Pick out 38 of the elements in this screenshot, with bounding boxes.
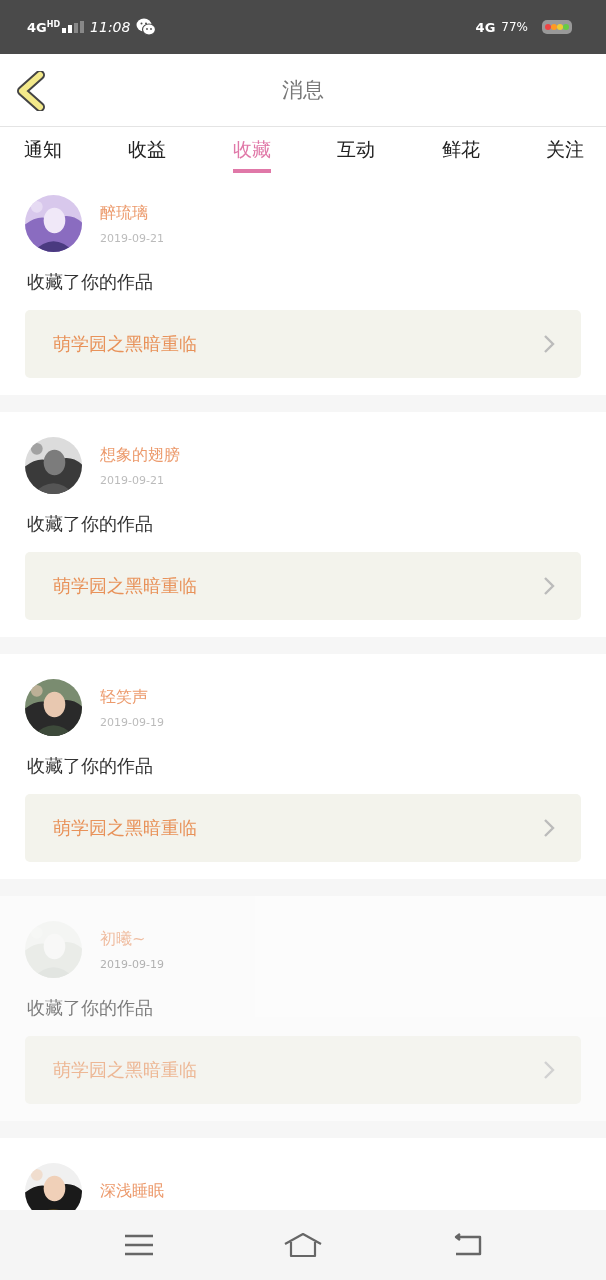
work-title: 萌学园之黑暗重临 <box>53 574 197 598</box>
battery-icon <box>542 20 572 34</box>
chevron-right-icon <box>543 334 555 354</box>
work-title: 萌学园之黑暗重临 <box>53 332 197 356</box>
message-text: 收藏了你的作品 <box>27 270 154 294</box>
home-icon[interactable] <box>283 1232 323 1258</box>
chat-app-icon <box>136 18 157 36</box>
chevron-right-icon <box>543 1060 555 1080</box>
date: 2019-09-19 <box>100 715 164 729</box>
tab[interactable]: 鲜花 <box>441 127 480 173</box>
menu-icon[interactable] <box>124 1234 155 1256</box>
message-text: 收藏了你的作品 <box>27 754 154 778</box>
message-text: 收藏了你的作品 <box>27 996 154 1020</box>
page-title: 消息 <box>282 77 324 104</box>
tab[interactable]: 关注 <box>545 127 584 173</box>
user-name: 醉琉璃 <box>100 202 149 224</box>
network-type: 4G <box>475 19 496 35</box>
tab[interactable]: 通知 <box>24 127 62 173</box>
back-icon[interactable] <box>16 71 46 111</box>
date: 2019-09-21 <box>100 473 165 487</box>
user-name: 想象的翅膀 <box>100 444 180 466</box>
date: 2019-09-21 <box>100 231 164 245</box>
battery-percent: 77% <box>501 20 528 34</box>
message-text: 收藏了你的作品 <box>27 512 154 536</box>
clock: 11:08 <box>90 19 131 35</box>
user-name: 初曦~ <box>100 928 147 950</box>
tab[interactable]: 互动 <box>337 127 376 173</box>
network-type: 4G <box>27 19 47 35</box>
tab[interactable]: 收益 <box>128 127 167 173</box>
chevron-right-icon <box>543 818 555 838</box>
date: 2019-09-19 <box>100 957 164 971</box>
work-title: 萌学园之黑暗重临 <box>53 1058 197 1082</box>
network-label: HD <box>46 19 61 29</box>
user-name: 轻笑声 <box>100 686 149 708</box>
work-title: 萌学园之黑暗重临 <box>53 816 197 840</box>
chevron-right-icon <box>543 576 555 596</box>
user-name: 深浅睡眠 <box>100 1181 164 1202</box>
signal-icon <box>62 21 85 33</box>
